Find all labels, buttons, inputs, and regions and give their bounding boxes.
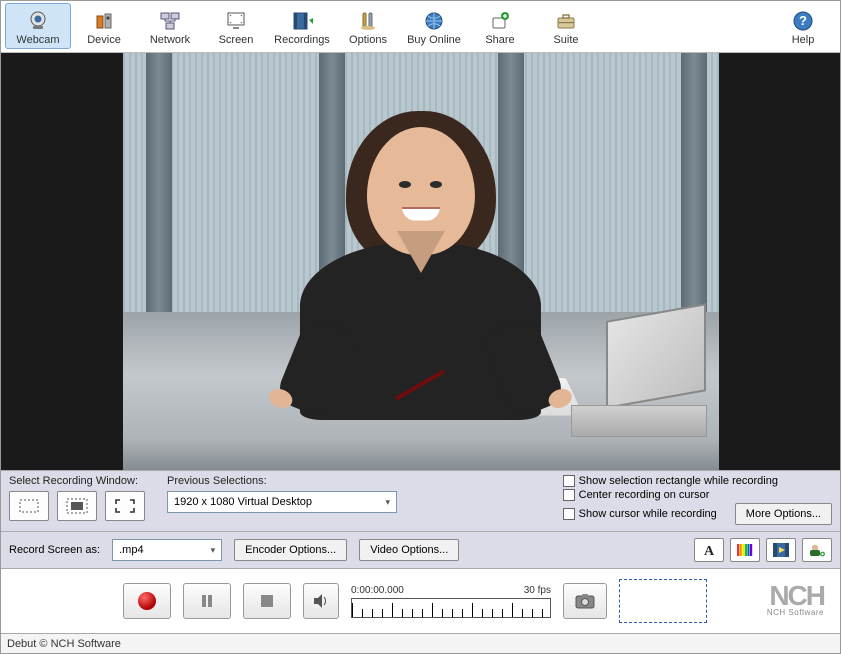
select-window-button[interactable] bbox=[57, 491, 97, 521]
preview-scene bbox=[123, 53, 719, 470]
status-bar: Debut © NCH Software bbox=[1, 633, 840, 653]
recording-options-panel: Select Recording Window: Previous Select… bbox=[1, 470, 840, 532]
previous-selections-label: Previous Selections: bbox=[167, 475, 397, 487]
pause-button[interactable] bbox=[183, 583, 231, 619]
network-icon bbox=[158, 9, 182, 33]
overlay-tools: A bbox=[694, 538, 832, 562]
toolbar-suite[interactable]: Suite bbox=[533, 3, 599, 49]
screen-icon bbox=[224, 9, 248, 33]
checkbox-label: Show selection rectangle while recording bbox=[579, 475, 778, 487]
video-preview[interactable] bbox=[123, 53, 719, 470]
toolbar-label: Suite bbox=[553, 34, 578, 46]
record-icon bbox=[138, 592, 156, 610]
center-on-cursor-checkbox[interactable] bbox=[563, 489, 575, 501]
branding: NCH NCH Software bbox=[767, 585, 830, 616]
timeline[interactable]: 0:00:00.000 30 fps bbox=[351, 585, 551, 618]
device-icon bbox=[92, 9, 116, 33]
select-fullscreen-button[interactable] bbox=[105, 491, 145, 521]
show-cursor-checkbox[interactable] bbox=[563, 508, 575, 520]
record-as-label: Record Screen as: bbox=[9, 544, 100, 556]
snapshot-thumbnail[interactable] bbox=[619, 579, 707, 623]
toolbar-help[interactable]: ? Help bbox=[770, 3, 836, 49]
main-toolbar: Webcam Device Network Screen Recordings … bbox=[1, 1, 840, 53]
fps-indicator: 30 fps bbox=[524, 585, 551, 596]
record-button[interactable] bbox=[123, 583, 171, 619]
toolbar-label: Webcam bbox=[16, 34, 59, 46]
snapshot-button[interactable] bbox=[563, 583, 607, 619]
select-rectangle-button[interactable] bbox=[9, 491, 49, 521]
record-as-row: Record Screen as: .mp4 ▾ Encoder Options… bbox=[1, 532, 840, 569]
previous-selections-value: 1920 x 1080 Virtual Desktop bbox=[174, 496, 312, 508]
svg-text:?: ? bbox=[799, 13, 807, 28]
chevron-down-icon: ▾ bbox=[211, 545, 216, 556]
toolbar-label: Screen bbox=[219, 34, 254, 46]
toolbar-buy-online[interactable]: Buy Online bbox=[401, 3, 467, 49]
transport-bar: 0:00:00.000 30 fps NCH NCH Software bbox=[1, 569, 840, 633]
toolbar-label: Options bbox=[349, 34, 387, 46]
timeline-ruler[interactable] bbox=[351, 598, 551, 618]
toolbar-label: Network bbox=[150, 34, 190, 46]
toolbar-webcam[interactable]: Webcam bbox=[5, 3, 71, 49]
svg-text:A: A bbox=[704, 544, 715, 558]
help-icon: ? bbox=[791, 9, 815, 33]
share-icon bbox=[488, 9, 512, 33]
timecode: 0:00:00.000 bbox=[351, 585, 404, 596]
options-icon bbox=[356, 9, 380, 33]
toolbar-label: Device bbox=[87, 34, 121, 46]
format-value: .mp4 bbox=[119, 544, 143, 556]
toolbar-screen[interactable]: Screen bbox=[203, 3, 269, 49]
globe-icon bbox=[422, 9, 446, 33]
suite-icon bbox=[554, 9, 578, 33]
more-options-button[interactable]: More Options... bbox=[735, 503, 832, 525]
toolbar-device[interactable]: Device bbox=[71, 3, 137, 49]
text-overlay-button[interactable]: A bbox=[694, 538, 724, 562]
checkbox-label: Center recording on cursor bbox=[579, 489, 710, 501]
checkbox-label: Show cursor while recording bbox=[579, 508, 717, 520]
toolbar-recordings[interactable]: Recordings bbox=[269, 3, 335, 49]
show-selection-rectangle-checkbox[interactable] bbox=[563, 475, 575, 487]
webcam-icon bbox=[26, 9, 50, 33]
stop-button[interactable] bbox=[243, 583, 291, 619]
volume-button[interactable] bbox=[303, 583, 339, 619]
status-text: Debut © NCH Software bbox=[7, 638, 121, 650]
toolbar-label: Help bbox=[792, 34, 815, 46]
recordings-icon bbox=[290, 9, 314, 33]
chevron-down-icon: ▾ bbox=[385, 497, 390, 508]
watermark-button[interactable] bbox=[766, 538, 796, 562]
recording-checkboxes-group: Show selection rectangle while recording… bbox=[563, 475, 832, 527]
select-window-label: Select Recording Window: bbox=[9, 475, 145, 487]
previous-selections-group: Previous Selections: 1920 x 1080 Virtual… bbox=[167, 475, 397, 513]
video-preview-area bbox=[1, 53, 840, 470]
logo-text: NCH bbox=[769, 585, 824, 607]
video-options-button[interactable]: Video Options... bbox=[359, 539, 459, 561]
toolbar-label: Share bbox=[485, 34, 514, 46]
toolbar-network[interactable]: Network bbox=[137, 3, 203, 49]
webcam-overlay-button[interactable] bbox=[802, 538, 832, 562]
color-bars-button[interactable] bbox=[730, 538, 760, 562]
toolbar-options[interactable]: Options bbox=[335, 3, 401, 49]
previous-selections-dropdown[interactable]: 1920 x 1080 Virtual Desktop ▾ bbox=[167, 491, 397, 513]
toolbar-label: Recordings bbox=[274, 34, 330, 46]
logo-subtext: NCH Software bbox=[767, 608, 824, 617]
encoder-options-button[interactable]: Encoder Options... bbox=[234, 539, 347, 561]
select-window-group: Select Recording Window: bbox=[9, 475, 145, 521]
format-dropdown[interactable]: .mp4 ▾ bbox=[112, 539, 222, 561]
toolbar-share[interactable]: Share bbox=[467, 3, 533, 49]
toolbar-label: Buy Online bbox=[407, 34, 461, 46]
